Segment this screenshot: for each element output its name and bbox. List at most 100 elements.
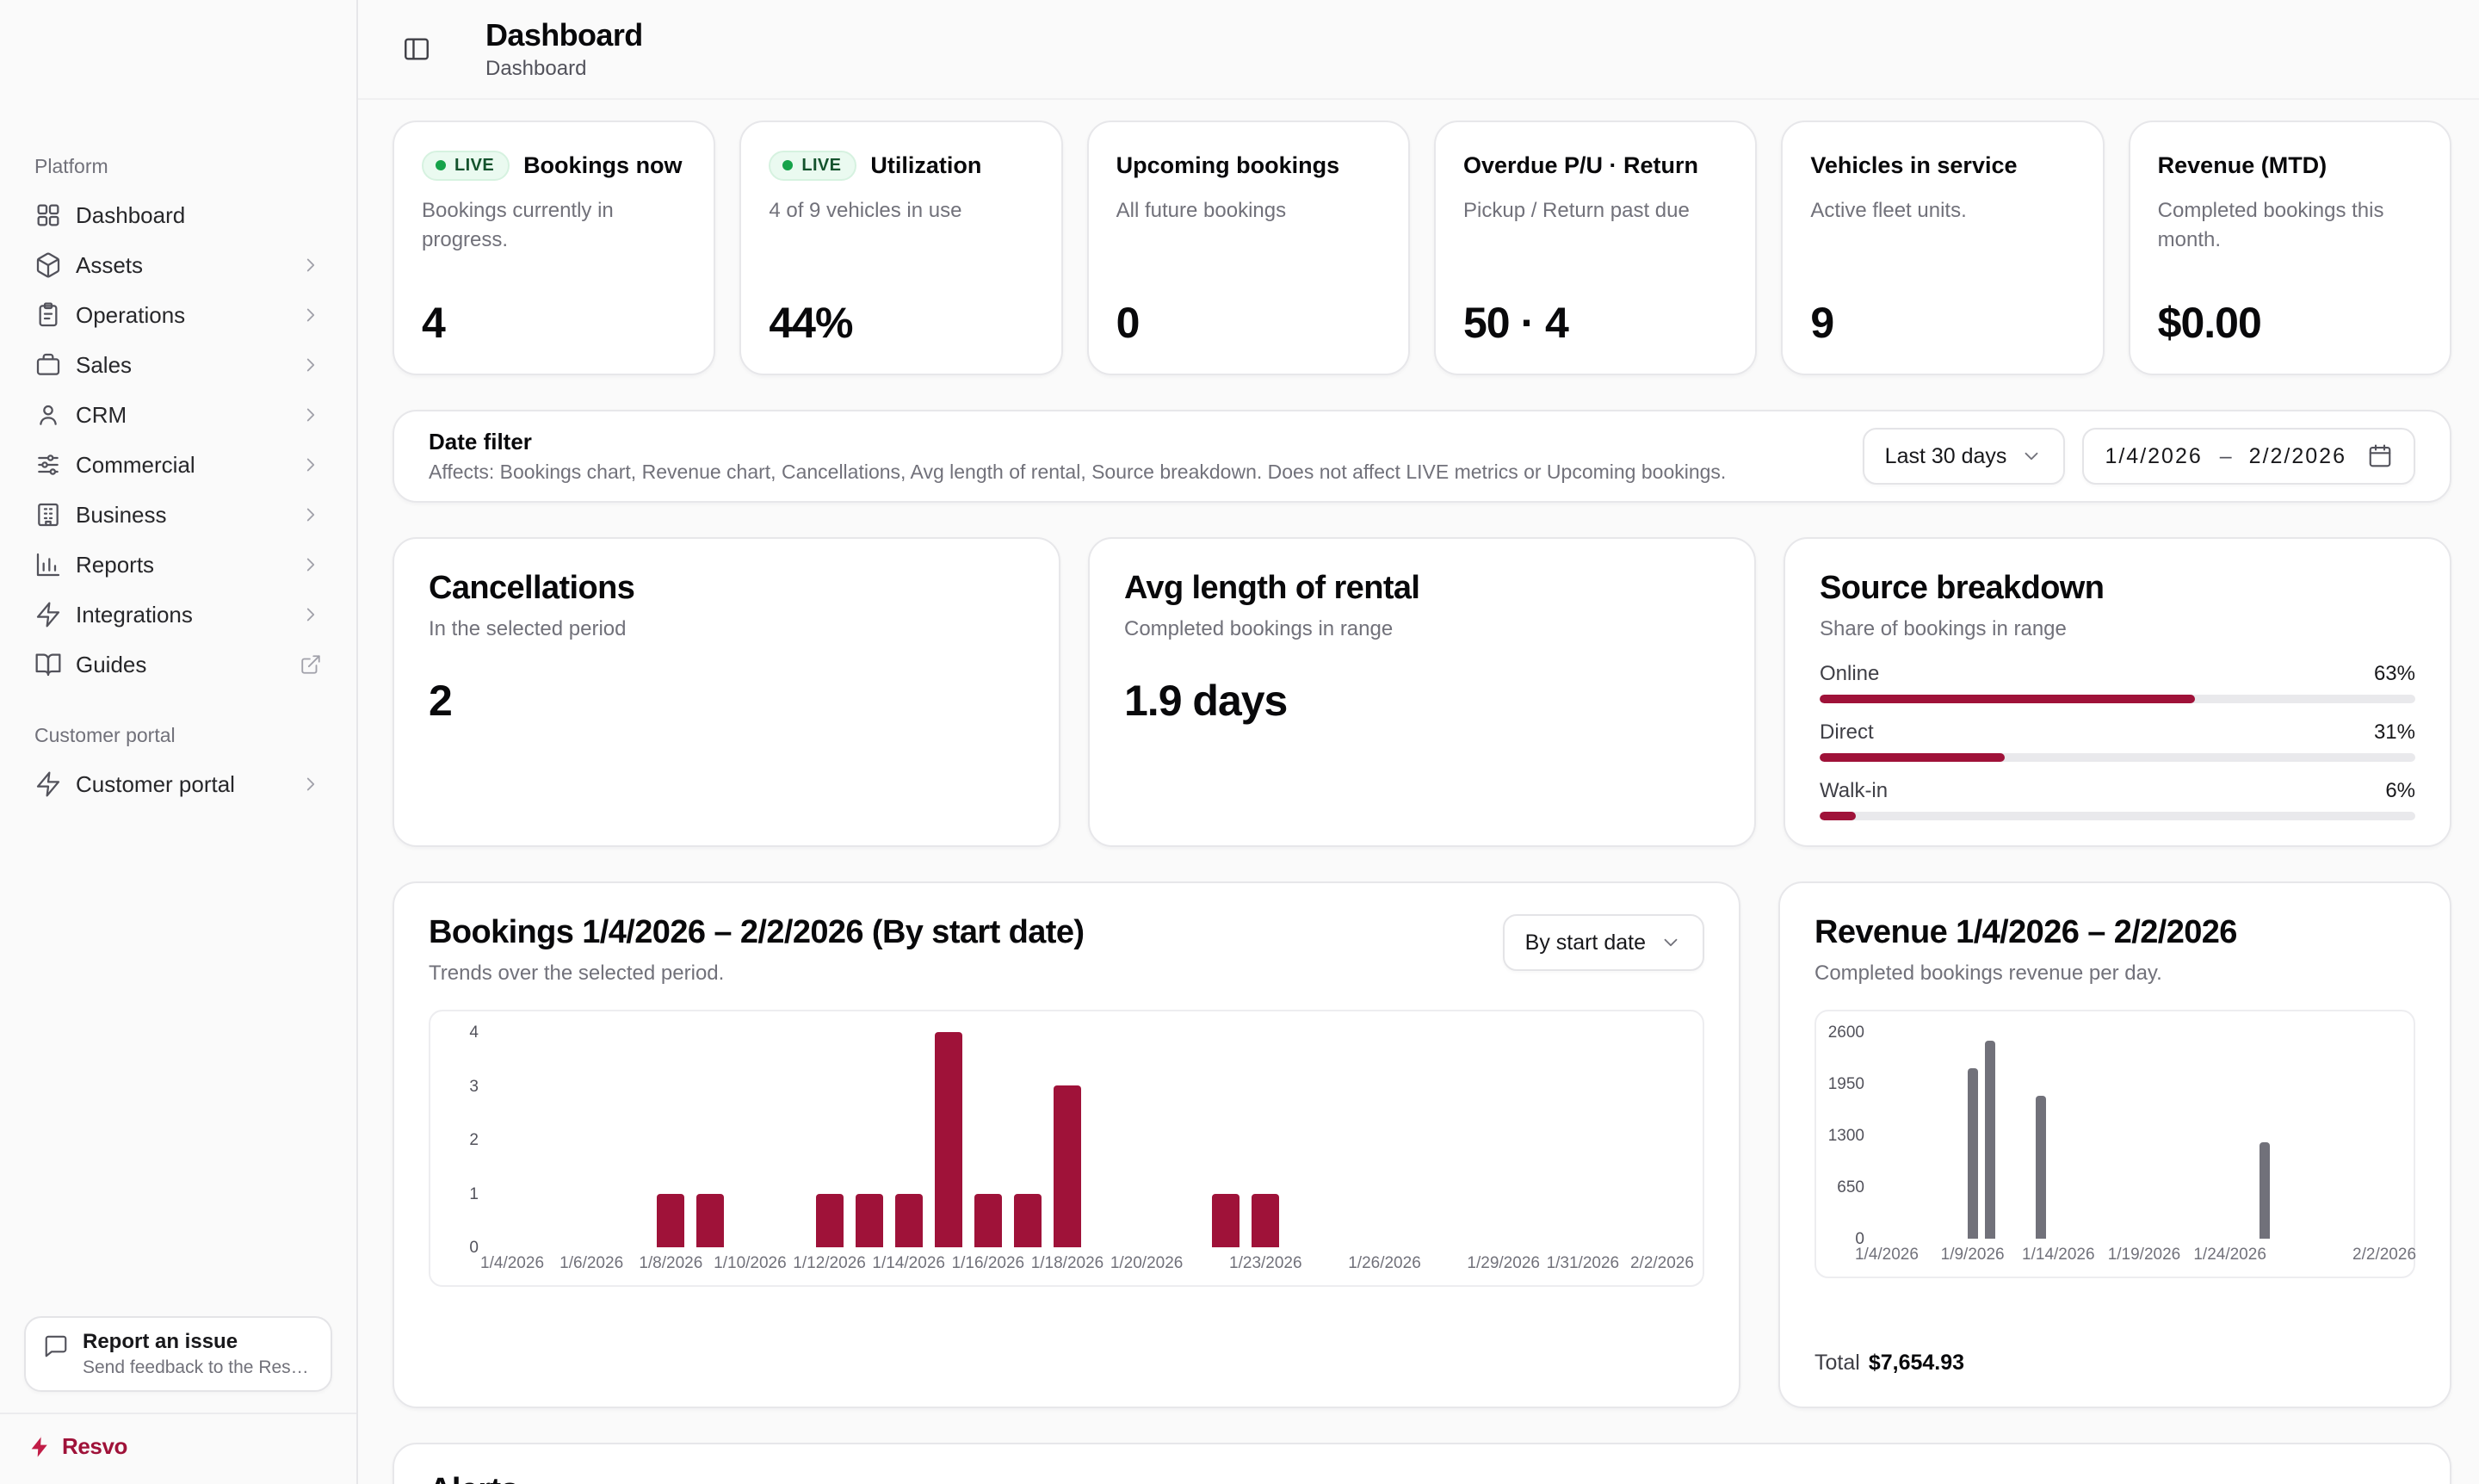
date-range-input[interactable]: 1/4/2026 – 2/2/2026	[2082, 428, 2415, 485]
revenue-total-value: $7,654.93	[1869, 1351, 1964, 1376]
sidebar-item-guides[interactable]: Guides	[21, 640, 336, 689]
kpi-title: Vehicles in service	[1810, 152, 2017, 179]
kpi-title: Revenue (MTD)	[2158, 152, 2328, 179]
y-axis-tick: 0	[469, 1239, 479, 1258]
kpi-value: $0.00	[2158, 298, 2422, 348]
kpi-title: Upcoming bookings	[1116, 152, 1340, 179]
sidebar: Platform DashboardAssetsOperations Sales C…	[0, 0, 358, 1484]
customer-portal-section-label: Customer portal	[21, 724, 336, 747]
chart-bar-1-22-2026	[1212, 1194, 1240, 1247]
alerts-title: Alerts	[429, 1472, 2415, 1484]
revenue-chart-card: Revenue 1/4/2026 – 2/2/2026 Completed bo…	[1778, 881, 2451, 1408]
kpi-value: 4	[422, 298, 686, 348]
content: LIVEBookings nowBookings currently in pr…	[358, 100, 2479, 1484]
sidebar-item-operations[interactable]: Operations	[21, 290, 336, 340]
assets-icon	[34, 251, 62, 279]
chevron-right-icon	[300, 404, 322, 426]
range-preset-select[interactable]: Last 30 days	[1863, 428, 2066, 485]
source-bar-track	[1820, 695, 2415, 703]
y-axis-tick: 3	[469, 1078, 479, 1097]
platform-nav: DashboardAssetsOperations Sales CRMCommerc…	[21, 190, 336, 689]
chevron-down-icon	[2020, 445, 2043, 467]
live-dot-icon	[436, 160, 446, 170]
calendar-icon[interactable]	[2367, 443, 2393, 469]
source-bar-track	[1820, 812, 2415, 820]
y-axis-tick: 650	[1837, 1178, 1864, 1197]
chevron-right-icon	[300, 254, 322, 276]
chevron-right-icon	[300, 553, 322, 576]
avg-rental-title: Avg length of rental	[1124, 570, 1720, 607]
x-axis-tick: 1/9/2026	[1941, 1246, 2005, 1264]
x-axis-tick: 1/6/2026	[559, 1254, 623, 1273]
chart-bar-1-15-2026	[935, 1032, 962, 1247]
chart-bar-1-16-2026	[974, 1194, 1002, 1247]
platform-section-label: Platform	[21, 155, 336, 178]
x-axis-tick: 2/2/2026	[1630, 1254, 1694, 1273]
revenue-total: Total $7,654.93	[1814, 1333, 2415, 1376]
sidebar-item-sales[interactable]: Sales	[21, 340, 336, 390]
source-breakdown-subtitle: Share of bookings in range	[1820, 617, 2415, 641]
sidebar-item-label: Sales	[76, 352, 286, 379]
sidebar-item-label: Guides	[76, 652, 286, 678]
reports-icon	[34, 551, 62, 578]
sidebar-item-commercial[interactable]: Commercial	[21, 440, 336, 490]
sidebar-item-integrations[interactable]: Integrations	[21, 590, 336, 640]
sidebar-item-dashboard[interactable]: Dashboard	[21, 190, 336, 240]
main-area: Dashboard Dashboard LIVE Bookings now Book…	[358, 0, 2479, 1484]
y-axis-tick: 2	[469, 1131, 479, 1150]
sidebar-item-reports[interactable]: Reports	[21, 540, 336, 590]
message-icon	[43, 1333, 69, 1359]
chevron-right-icon	[300, 454, 322, 476]
bookings-chart-title: Bookings 1/4/2026 – 2/2/2026 (By start d…	[429, 914, 1084, 951]
chart-bar-1-9-2026	[696, 1194, 724, 1247]
sidebar-item-label: Customer portal	[76, 771, 286, 798]
sidebar-item-label: Integrations	[76, 602, 286, 628]
kpi-card-upcoming-bookings: Upcoming bookingsAll future bookings0	[1087, 121, 1410, 375]
source-row-walk-in: Walk-in6%	[1820, 779, 2415, 820]
source-breakdown-title: Source breakdown	[1820, 570, 2415, 607]
revenue-chart-subtitle: Completed bookings revenue per day.	[1814, 962, 2415, 986]
avg-rental-subtitle: Completed bookings in range	[1124, 617, 1720, 641]
sidebar-item-customer-portal[interactable]: Customer portal	[21, 759, 336, 809]
x-axis-tick: 1/14/2026	[2022, 1246, 2095, 1264]
x-axis-tick: 2/2/2026	[2352, 1246, 2416, 1264]
chart-bar-1-13-2026	[2036, 1096, 2046, 1239]
sidebar-item-assets[interactable]: Assets	[21, 240, 336, 290]
x-axis-tick: 1/14/2026	[872, 1254, 945, 1273]
sidebar-footer: Report an issue Send feedback to the Res…	[0, 1316, 356, 1484]
external-link-icon	[300, 653, 322, 676]
source-percent: 31%	[2374, 720, 2415, 745]
date-end[interactable]: 2/2/2026	[2249, 444, 2346, 469]
commercial-icon	[34, 451, 62, 479]
customer-portal-nav: Customer portal	[21, 759, 336, 809]
date-filter-bar: Date filter Affects: Bookings chart, Rev…	[393, 410, 2451, 503]
report-issue-card[interactable]: Report an issue Send feedback to the Res…	[24, 1316, 332, 1392]
kpi-title: Bookings now	[523, 152, 683, 179]
live-badge: LIVE	[769, 151, 856, 181]
x-axis-tick: 1/10/2026	[714, 1254, 787, 1273]
sidebar-item-crm[interactable]: CRM	[21, 390, 336, 440]
bolt-icon	[28, 1435, 52, 1459]
live-dot-icon	[782, 160, 793, 170]
kpi-card-vehicles-in-service: Vehicles in serviceActive fleet units.9	[1781, 121, 2104, 375]
x-axis-tick: 1/16/2026	[952, 1254, 1025, 1273]
sidebar-item-business[interactable]: Business	[21, 490, 336, 540]
sidebar-toggle-button[interactable]	[393, 25, 441, 73]
report-issue-title: Report an issue	[83, 1330, 313, 1354]
chart-bar-1-14-2026	[895, 1194, 923, 1247]
kpi-card-revenue-mtd: Revenue (MTD) Completed bookings this mon…	[2129, 121, 2451, 375]
kpi-title: Utilization	[870, 152, 981, 179]
brand[interactable]: Resvo	[0, 1413, 356, 1484]
panel-left-icon	[402, 34, 431, 64]
kpi-subtitle: Completed bookings this month.	[2158, 196, 2422, 254]
group-by-select[interactable]: By start date	[1503, 914, 1704, 971]
sales-icon	[34, 351, 62, 379]
x-axis-tick: 1/19/2026	[2108, 1246, 2181, 1264]
date-start[interactable]: 1/4/2026	[2105, 444, 2202, 469]
header: Dashboard Dashboard	[358, 0, 2479, 100]
chevron-right-icon	[300, 773, 322, 795]
kpi-subtitle: Active fleet units.	[1810, 196, 2074, 226]
sidebar-item-label: Business	[76, 502, 286, 529]
sidebar-item-label: Reports	[76, 552, 286, 578]
integrations-icon	[34, 601, 62, 628]
